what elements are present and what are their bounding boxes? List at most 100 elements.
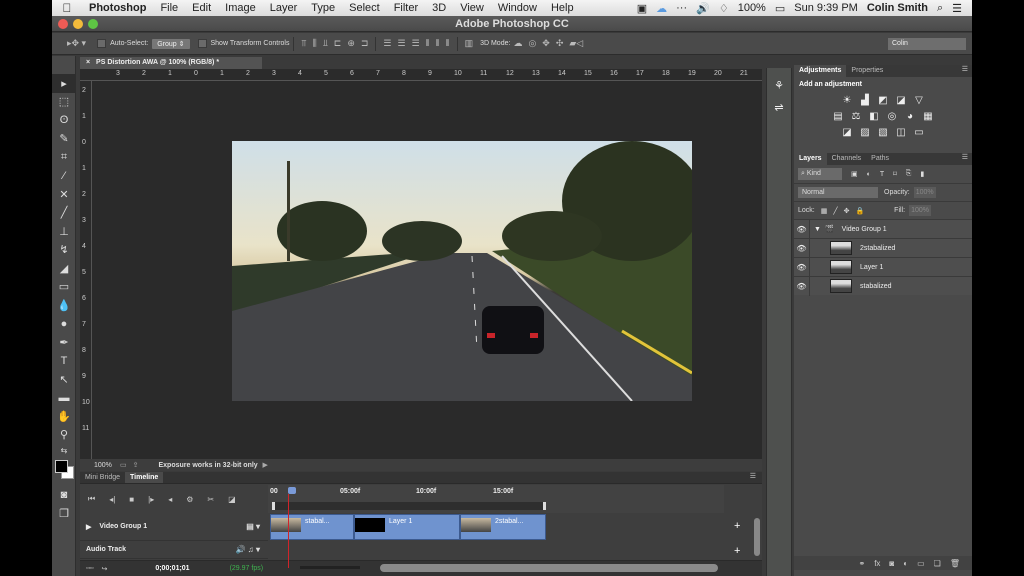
tab-adjustments[interactable]: Adjustments	[794, 65, 847, 77]
pen-tool-icon[interactable]: ✒	[52, 333, 76, 352]
marquee-tool-icon[interactable]: ⬚	[52, 93, 76, 112]
new-group-icon[interactable]: ▭	[917, 559, 925, 568]
blur-tool-icon[interactable]: 💧	[52, 296, 76, 315]
link-layers-icon[interactable]: ⚭	[858, 559, 865, 568]
distribute-top-icon[interactable]: ☰	[383, 38, 391, 49]
screen-mode-icon[interactable]: ❐	[52, 505, 76, 524]
align-hcenter-icon[interactable]: ⊕	[347, 38, 355, 49]
gradient-map-icon[interactable]: ▭	[913, 127, 926, 138]
more-icon[interactable]: ···	[676, 2, 687, 14]
selective-color-icon[interactable]: ◫	[895, 127, 908, 138]
auto-select-dropdown[interactable]: Group ⇕	[152, 38, 190, 49]
next-frame-icon[interactable]: |▸	[148, 495, 154, 504]
menu-layer[interactable]: Layer	[263, 2, 305, 14]
rectangle-tool-icon[interactable]: ▬	[52, 389, 76, 408]
clip-layer-1[interactable]: Layer 1	[354, 514, 460, 540]
brush-tool-icon[interactable]: ╱	[52, 204, 76, 223]
zoom-level[interactable]: 100%	[80, 462, 120, 469]
layer-row[interactable]: 👁 Layer 1	[794, 257, 972, 277]
distribute-right-icon[interactable]: ⦀	[446, 38, 450, 49]
move-tool-preset-icon[interactable]: ▸✥ ▾	[67, 38, 86, 49]
menu-edit[interactable]: Edit	[185, 2, 218, 14]
tab-timeline[interactable]: Timeline	[125, 472, 164, 483]
zoom-tool-icon[interactable]: ⚲	[52, 426, 76, 445]
panel-menu-icon[interactable]: ☰	[962, 65, 972, 77]
quick-mask-icon[interactable]: ◙	[52, 486, 76, 505]
visibility-eye-icon[interactable]: 👁	[794, 257, 810, 277]
filter-smart-object-icon[interactable]: ⎘	[906, 170, 912, 178]
black-white-icon[interactable]: ◧	[868, 111, 881, 122]
menu-view[interactable]: View	[453, 2, 491, 14]
3d-drag-icon[interactable]: ✥	[542, 38, 550, 49]
tab-layers[interactable]: Layers	[794, 153, 827, 165]
distribute-vcenter-icon[interactable]: ☰	[398, 38, 406, 49]
filter-shape-icon[interactable]: ⌑	[893, 170, 897, 178]
lock-all-icon[interactable]: 🔒	[855, 207, 864, 215]
opacity-field[interactable]: 100%	[913, 187, 936, 198]
new-adjustment-layer-icon[interactable]: ◐	[903, 559, 908, 568]
filter-toggle-icon[interactable]: ▮	[920, 170, 924, 178]
posterize-icon[interactable]: ▨	[859, 127, 872, 138]
3d-roll-icon[interactable]: ◎	[528, 38, 536, 49]
playhead-handle[interactable]	[288, 487, 296, 494]
color-lookup-icon[interactable]: ▦	[922, 111, 935, 122]
menu-photoshop[interactable]: Photoshop	[82, 2, 153, 14]
stop-icon[interactable]: ■	[129, 495, 134, 504]
frames-icon[interactable]: ▫▫▫	[86, 565, 93, 572]
color-balance-icon[interactable]: ⚖	[850, 111, 863, 122]
lock-position-icon[interactable]: ✥	[844, 207, 850, 215]
audio-track-icons[interactable]: 🔊 ♫ ▾	[236, 545, 268, 554]
3d-slide-icon[interactable]: ✣	[556, 38, 564, 49]
align-left-icon[interactable]: ⊏	[334, 38, 342, 49]
timeline-vertical-scrollbar[interactable]	[754, 518, 760, 556]
battery-icon[interactable]: ▭	[775, 2, 785, 15]
film-strip-menu-icon[interactable]: ▤ ▾	[246, 522, 268, 531]
add-mask-icon[interactable]: ◙	[889, 559, 894, 568]
screen-record-icon[interactable]: ▣	[637, 2, 647, 15]
previous-frame-icon[interactable]: ◂|	[109, 495, 115, 504]
clone-stamp-tool-icon[interactable]: ⊥	[52, 222, 76, 241]
workspace-switcher[interactable]: Colin	[888, 37, 966, 50]
menu-select[interactable]: Select	[342, 2, 387, 14]
clip-2stabalized[interactable]: 2stabal...	[460, 514, 546, 540]
expand-group-icon[interactable]: ▼	[814, 226, 821, 233]
notification-center-icon[interactable]: ☰	[952, 2, 962, 15]
distribute-bottom-icon[interactable]: ☰	[412, 38, 420, 49]
timeline-horizontal-scrollbar[interactable]	[380, 564, 718, 572]
exposure-icon[interactable]: ◪	[895, 95, 908, 106]
layer-row[interactable]: 👁 2stabalized	[794, 238, 972, 258]
track-video-group[interactable]: ▶ Video Group 1 ▤ ▾	[80, 513, 268, 541]
render-settings-icon[interactable]: ⚙	[186, 495, 193, 504]
tab-paths[interactable]: Paths	[866, 153, 894, 165]
layer-row[interactable]: 👁 ▼ 🎬 Video Group 1	[794, 219, 972, 239]
delete-layer-icon[interactable]: 🗑	[950, 559, 960, 568]
brightness-contrast-icon[interactable]: ☀	[841, 95, 854, 106]
lasso-tool-icon[interactable]: ʘ	[52, 111, 76, 130]
hand-tool-icon[interactable]: ✋	[52, 407, 76, 426]
invert-icon[interactable]: ◪	[841, 127, 854, 138]
go-to-first-frame-icon[interactable]: ⏮	[88, 494, 95, 504]
timeline-zoom-slider[interactable]	[300, 566, 360, 569]
work-area-bar[interactable]	[272, 502, 546, 510]
current-timecode[interactable]: 0;00;01;01	[155, 565, 189, 572]
foreground-color-swatch[interactable]	[55, 460, 68, 473]
curves-icon[interactable]: ◩	[877, 95, 890, 106]
apple-menu-icon[interactable]: 	[52, 1, 82, 15]
lock-pixels-icon[interactable]: ╱	[833, 207, 837, 215]
clip-stabalized[interactable]: stabal...	[270, 514, 354, 540]
menu-help[interactable]: Help	[544, 2, 581, 14]
convert-icon[interactable]: ↪	[101, 565, 107, 573]
align-right-icon[interactable]: ⊐	[361, 38, 369, 49]
filter-type-icon[interactable]: T	[880, 171, 884, 178]
document-canvas[interactable]	[92, 81, 762, 459]
dodge-tool-icon[interactable]: ●	[52, 315, 76, 334]
align-top-icon[interactable]: ⫪	[301, 38, 306, 49]
tab-channels[interactable]: Channels	[827, 153, 867, 165]
threshold-icon[interactable]: ▧	[877, 127, 890, 138]
move-tool-icon[interactable]: ▸	[52, 74, 76, 93]
filter-kind-dropdown[interactable]: ⌕ Kind	[798, 168, 842, 180]
align-vcenter-icon[interactable]: ⫼	[313, 38, 317, 49]
distribute-left-icon[interactable]: ⦀	[426, 38, 430, 49]
cloud-icon[interactable]: ☁	[656, 2, 667, 15]
blend-mode-dropdown[interactable]: Normal	[798, 187, 878, 198]
